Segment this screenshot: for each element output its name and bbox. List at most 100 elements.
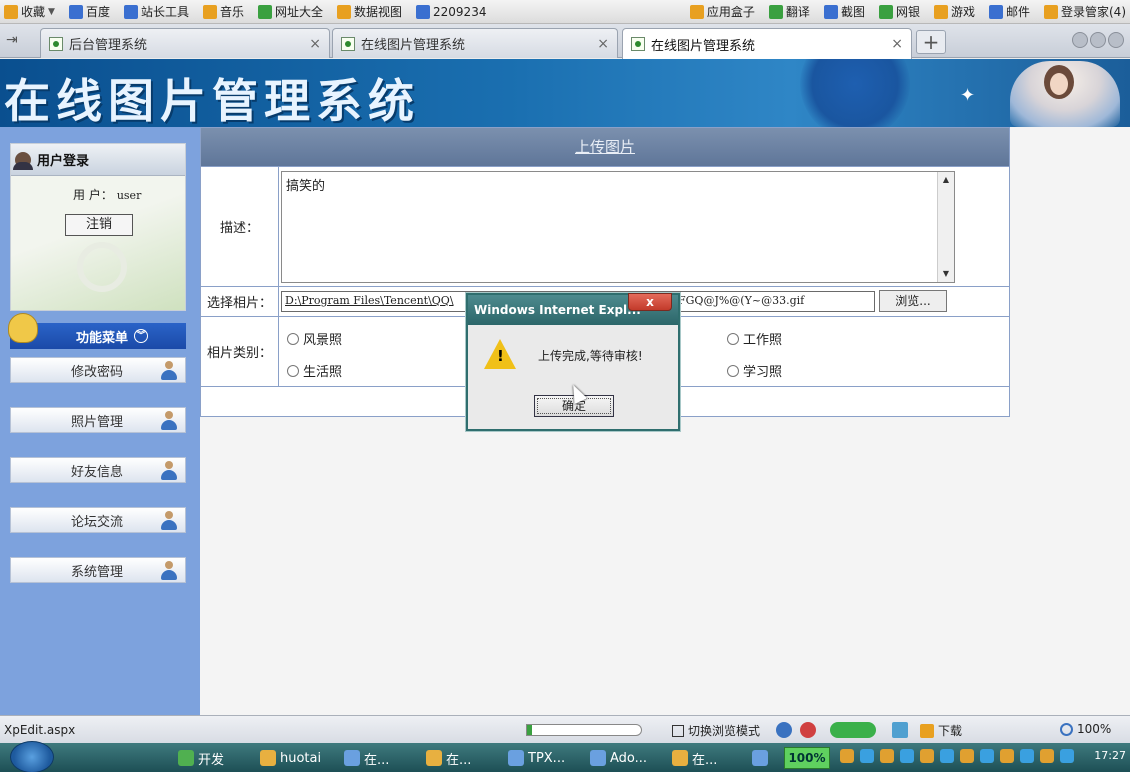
radio-scenery[interactable]: 风景照 (287, 329, 342, 348)
sparkle-icon: ✦ (960, 85, 976, 106)
radio-life[interactable]: 生活照 (287, 361, 342, 380)
download-menu[interactable]: 下载 (920, 722, 962, 739)
fav-item[interactable]: 数据视图 (337, 3, 402, 20)
tab-close-icon[interactable]: × (309, 36, 321, 52)
tray-icon[interactable] (860, 749, 874, 763)
show-desktop-icon[interactable] (752, 747, 768, 769)
caret-icon: ▼ (48, 6, 55, 17)
person-icon (159, 511, 179, 531)
tray-icon[interactable] (980, 749, 994, 763)
dialog-title: Windows Internet Expl... (474, 303, 641, 317)
taskbar-item[interactable]: Ado... (590, 747, 647, 769)
menu-item-friends[interactable]: 好友信息 (10, 457, 186, 483)
form-header[interactable]: 上传图片 (201, 128, 1009, 166)
tab-photo-system[interactable]: 在线图片管理系统 × (332, 28, 618, 58)
taskbar-item[interactable]: huotai (260, 747, 321, 769)
menu-item-change-password[interactable]: 修改密码 (10, 357, 186, 383)
fav-right-item[interactable]: 邮件 (988, 3, 1030, 20)
login-box: 用户登录 用 户： user 注销 (10, 143, 186, 311)
fav-right-item[interactable]: 游戏 (933, 3, 975, 20)
favorites-status-icon[interactable] (892, 722, 908, 738)
screen: 收藏 ▼ 百度 站长工具 音乐 网址大全 数据视图 2209234 应用盒子 翻译… (0, 0, 1130, 772)
category-label: 相片类别： (201, 317, 279, 386)
tab-admin[interactable]: 后台管理系统 × (40, 28, 330, 58)
dialog-close-button[interactable]: x (628, 293, 672, 311)
maximize-icon[interactable] (1090, 32, 1106, 48)
radio-circle[interactable] (287, 364, 299, 377)
accelerator-icon[interactable] (830, 722, 876, 738)
page-icon (49, 36, 63, 51)
radio-work[interactable]: 工作照 (727, 329, 782, 348)
data-icon (337, 4, 351, 19)
zoom-control[interactable]: 100% (1060, 722, 1111, 736)
tab-close-icon[interactable]: × (891, 36, 903, 52)
taskbar: 开发 huotai 在... 在... TPX... Ado... 在... 1… (0, 741, 1130, 772)
menu-item-photo-management[interactable]: 照片管理 (10, 407, 186, 433)
taskbar-item[interactable]: TPX... (508, 747, 565, 769)
tray-icon[interactable] (880, 749, 894, 763)
minimize-icon[interactable] (1072, 32, 1088, 48)
tray-icon[interactable] (900, 749, 914, 763)
description-textarea[interactable]: 搞笑的 ▲ ▼ (281, 171, 955, 283)
tray-percent-badge[interactable]: 100% (784, 747, 830, 769)
tray-icon[interactable] (940, 749, 954, 763)
tray-icon[interactable] (1020, 749, 1034, 763)
start-button[interactable] (10, 741, 54, 772)
function-menu-header[interactable]: 功能菜单 ︾ (8, 313, 186, 349)
radio-study[interactable]: 学习照 (727, 361, 782, 380)
taskbar-item[interactable]: 在... (426, 747, 471, 769)
tray-icon[interactable] (960, 749, 974, 763)
radio-circle[interactable] (727, 332, 739, 345)
fav-item[interactable]: 2209234 (416, 4, 486, 19)
security-icon[interactable] (800, 722, 816, 738)
tray-icon[interactable] (840, 749, 854, 763)
menu-item-system[interactable]: 系统管理 (10, 557, 186, 583)
browse-button[interactable]: 浏览... (879, 290, 947, 312)
ie-icon (672, 750, 688, 766)
browse-mode-toggle[interactable]: 切换浏览模式 (672, 722, 760, 739)
fav-item[interactable]: 音乐 (202, 3, 244, 20)
clock[interactable]: 17:27 (1094, 749, 1126, 762)
logout-button[interactable]: 注销 (65, 214, 133, 236)
scroll-down-icon[interactable]: ▼ (938, 266, 954, 282)
tray-icon[interactable] (920, 749, 934, 763)
fav-right-item[interactable]: 登录管家(4) (1044, 3, 1126, 20)
close-window-icon[interactable] (1108, 32, 1124, 48)
fav-right-item[interactable]: 截图 (823, 3, 865, 20)
fav-item[interactable]: 网址大全 (257, 3, 323, 20)
quick-tabs-icon[interactable]: ⇥ (6, 32, 28, 50)
tray-icon[interactable] (1060, 749, 1074, 763)
page-icon (341, 36, 355, 51)
radio-circle[interactable] (727, 364, 739, 377)
scroll-up-icon[interactable]: ▲ (938, 172, 954, 188)
taskbar-item[interactable]: 在... (344, 747, 389, 769)
fav-item[interactable]: 站长工具 (123, 3, 189, 20)
site-banner: 在线图片管理系统 ✦ (0, 59, 1130, 127)
menu-item-forum[interactable]: 论坛交流 (10, 507, 186, 533)
fav-item[interactable]: 收藏 ▼ (4, 3, 55, 20)
tray-icon[interactable] (1040, 749, 1054, 763)
person-icon (159, 411, 179, 431)
dialog-titlebar[interactable]: Windows Internet Expl... x (468, 293, 678, 325)
tray-icon[interactable] (1000, 749, 1014, 763)
translate-icon (768, 4, 783, 19)
fav-right-item[interactable]: 网银 (878, 3, 920, 20)
taskbar-item[interactable]: 开发 (178, 747, 224, 769)
description-text: 搞笑的 (286, 179, 326, 194)
textarea-scrollbar[interactable]: ▲ ▼ (937, 172, 954, 282)
fav-item[interactable]: 百度 (68, 3, 110, 20)
music-icon (202, 4, 217, 19)
person-icon (159, 561, 179, 581)
radio-circle[interactable] (287, 332, 299, 345)
fav-right-item[interactable]: 翻译 (768, 3, 810, 20)
ie-icon[interactable] (776, 722, 792, 738)
tab-photo-system-active[interactable]: 在线图片管理系统 × (622, 28, 912, 59)
user-line: 用 户： user (73, 188, 142, 202)
new-tab-button[interactable]: + (916, 30, 946, 54)
fav-right-item[interactable]: 应用盒子 (689, 3, 755, 20)
taskbar-item[interactable]: 在... (672, 747, 717, 769)
tab-close-icon[interactable]: × (597, 36, 609, 52)
tool-icon (123, 4, 138, 19)
folder-icon (260, 750, 276, 766)
key-watermark-icon (77, 242, 127, 292)
